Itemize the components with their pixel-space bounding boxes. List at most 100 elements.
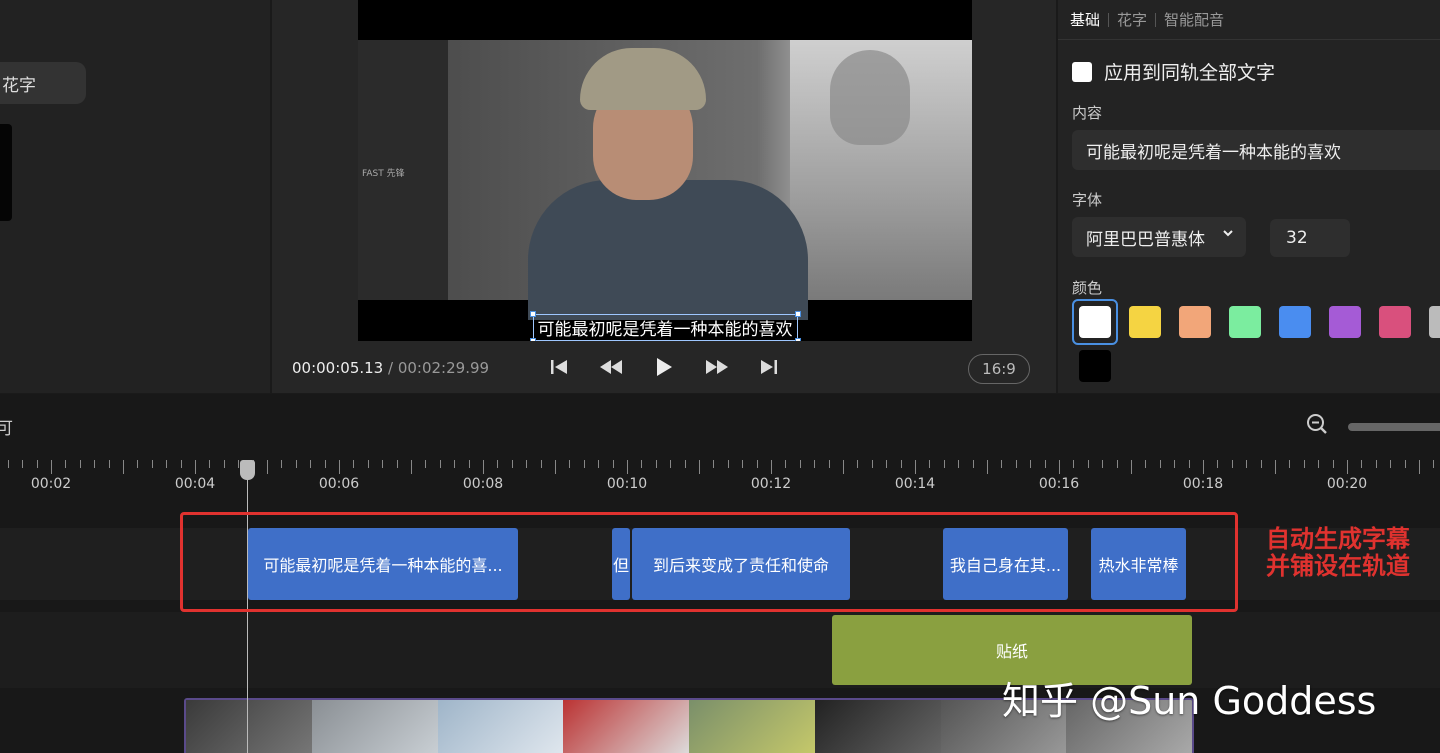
ruler-label: 00:14	[894, 476, 936, 492]
zoom-slider[interactable]	[1348, 423, 1440, 431]
tab-basic[interactable]: 基础	[1070, 9, 1108, 30]
apply-all-checkbox[interactable]	[1072, 61, 1092, 82]
rewind-icon[interactable]	[598, 355, 624, 379]
apply-all-row[interactable]: 应用到同轨全部文字	[1072, 58, 1275, 85]
ruler-tick	[900, 460, 902, 468]
color-swatch[interactable]	[1279, 306, 1311, 338]
color-swatch[interactable]	[1429, 306, 1440, 338]
ruler-tick	[1289, 460, 1291, 468]
color-swatch[interactable]	[1179, 306, 1211, 338]
subtitle-track: 可能最初呢是凭着一种本能的喜... 但 到后来变成了责任和使命 我自己身在其..…	[0, 528, 1440, 600]
ruler-tick	[713, 460, 715, 468]
subtitle-clip[interactable]: 我自己身在其...	[943, 528, 1068, 600]
tab-smart-dubbing[interactable]: 智能配音	[1156, 9, 1232, 30]
color-swatch[interactable]	[1329, 306, 1361, 338]
subtitle-text-box[interactable]: 可能最初呢是凭着一种本能的喜欢	[529, 311, 801, 341]
ruler-tick	[36, 460, 38, 468]
ruler-tick	[814, 460, 816, 468]
ruler-tick	[943, 460, 945, 468]
playhead-handle[interactable]	[240, 460, 255, 480]
ruler-tick	[310, 460, 312, 468]
ruler-tick	[526, 460, 528, 468]
font-size-input[interactable]: 32	[1270, 219, 1350, 257]
sticker-label: 贴纸	[995, 642, 1028, 661]
play-icon[interactable]	[654, 355, 674, 379]
resize-handle-tl[interactable]	[529, 311, 536, 317]
subtitle-clip[interactable]: 可能最初呢是凭着一种本能的喜...	[248, 528, 518, 600]
ruler-tick	[1073, 460, 1075, 468]
ruler-tick	[1131, 460, 1132, 474]
content-input[interactable]: 可能最初呢是凭着一种本能的喜欢	[1072, 130, 1440, 170]
aspect-ratio-button[interactable]: 16:9	[968, 354, 1030, 384]
subtitle-clip[interactable]: 热水非常棒	[1091, 528, 1186, 600]
ruler-tick	[972, 460, 974, 468]
ruler-tick	[79, 460, 81, 468]
poster-face	[830, 50, 910, 145]
huazi-chip-label: 花字	[2, 75, 36, 96]
color-swatch[interactable]	[1079, 306, 1111, 338]
ruler-tick	[958, 460, 960, 468]
ruler-tick	[382, 460, 384, 468]
total-time: / 00:02:29.99	[388, 359, 490, 377]
ruler-tick	[627, 460, 628, 474]
time-ruler[interactable]: 00:02 00:04 00:06 00:08 00:10 00:12 00:14 00:16…	[0, 452, 1440, 500]
ruler-tick	[612, 460, 614, 468]
ruler-tick	[324, 460, 326, 468]
ruler-tick	[51, 460, 52, 474]
watermark: 知乎 @Sun Goddess	[1002, 679, 1377, 723]
ruler-tick	[223, 460, 225, 468]
apply-all-label: 应用到同轨全部文字	[1104, 62, 1276, 84]
property-tabs: 基础 花字 智能配音	[1058, 0, 1440, 40]
video-canvas[interactable]: FAST 先锋 可能最初呢是凭着一种本能的喜欢	[358, 0, 972, 341]
ruler-tick	[367, 460, 369, 468]
ruler-tick	[22, 460, 24, 468]
timeline: 可 00:02 00:04 00:06 00:08 00:10 00:12 00:14 00:…	[0, 394, 1440, 753]
left-preview-thumb[interactable]	[0, 124, 12, 221]
content-value: 可能最初呢是凭着一种本能的喜欢	[1086, 142, 1341, 163]
subtitle-text: 可能最初呢是凭着一种本能的喜欢	[537, 320, 793, 340]
ruler-tick	[771, 460, 772, 474]
video-thumbnail	[437, 700, 564, 753]
zoom-out-icon[interactable]	[1306, 413, 1328, 435]
skip-to-start-icon[interactable]	[548, 355, 570, 379]
ruler-tick	[742, 460, 744, 468]
playhead-line	[247, 466, 248, 753]
ruler-tick	[727, 460, 729, 468]
video-thumbnail	[311, 700, 438, 753]
ruler-tick	[684, 460, 686, 468]
fast-forward-icon[interactable]	[704, 355, 730, 379]
ruler-tick	[1246, 460, 1248, 468]
ruler-tick	[1145, 460, 1147, 468]
ruler-tick	[1375, 460, 1377, 468]
ruler-tick	[94, 460, 96, 468]
ruler-tick	[929, 460, 931, 468]
left-panel: 花字	[0, 0, 270, 393]
video-frame: FAST 先锋	[358, 40, 972, 320]
huazi-chip[interactable]: 花字	[0, 62, 86, 104]
ruler-tick	[1059, 460, 1060, 474]
ruler-tick	[180, 460, 182, 468]
ruler-tick	[540, 460, 542, 468]
resize-handle-tr[interactable]	[794, 311, 801, 317]
ruler-tick	[987, 460, 988, 474]
color-swatch[interactable]	[1079, 350, 1111, 382]
color-swatch[interactable]	[1129, 306, 1161, 338]
ruler-tick	[454, 460, 456, 468]
color-swatch[interactable]	[1229, 306, 1261, 338]
ruler-tick	[425, 460, 427, 468]
ruler-tick	[915, 460, 916, 474]
ruler-tick	[1347, 460, 1348, 474]
font-select[interactable]: 阿里巴巴普惠体	[1072, 217, 1246, 257]
aspect-ratio-label: 16:9	[982, 360, 1016, 378]
ruler-tick	[843, 460, 844, 474]
tab-huazi[interactable]: 花字	[1109, 9, 1155, 30]
subtitle-clip[interactable]: 但	[612, 528, 630, 600]
ruler-tick	[468, 460, 470, 468]
subtitle-clip[interactable]: 到后来变成了责任和使命	[632, 528, 850, 600]
skip-to-end-icon[interactable]	[758, 355, 780, 379]
speaker-brand-label: FAST 先锋	[362, 169, 405, 179]
annotation-line: 自动生成字幕	[1266, 525, 1410, 553]
timeline-toolbar-label: 可	[0, 419, 13, 439]
color-swatch[interactable]	[1379, 306, 1411, 338]
ruler-tick	[1015, 460, 1017, 468]
